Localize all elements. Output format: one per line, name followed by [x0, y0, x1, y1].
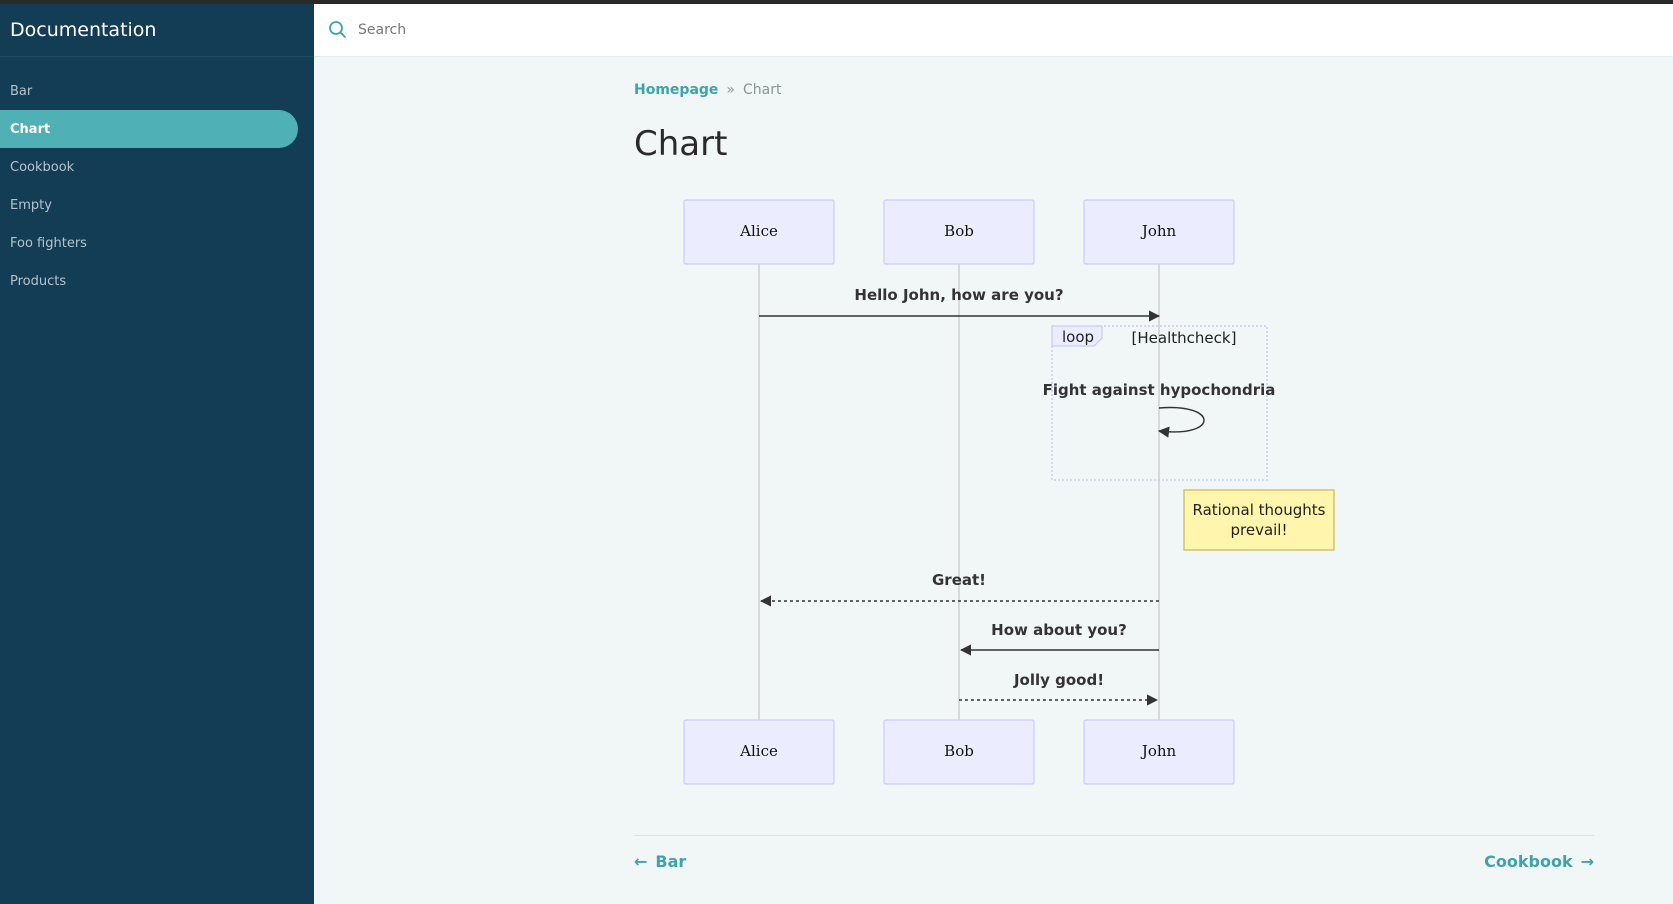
prev-page-label: Bar — [655, 852, 687, 871]
actor-label: Bob — [944, 742, 974, 760]
actor-john-top[interactable]: John — [1083, 199, 1235, 265]
sidebar-item-foo-fighters[interactable]: Foo fighters — [0, 224, 298, 262]
sidebar-title[interactable]: Documentation — [0, 4, 314, 57]
loop-label: loop — [1062, 328, 1094, 346]
sidebar-item-chart[interactable]: Chart — [0, 110, 298, 148]
message-label: Jolly good! — [1013, 671, 1104, 689]
next-page-link[interactable]: Cookbook → — [1484, 852, 1594, 871]
search-input[interactable] — [356, 21, 1560, 39]
prev-page-link[interactable]: ← Bar — [634, 852, 686, 871]
search-icon[interactable] — [328, 20, 348, 40]
breadcrumb-homepage-link[interactable]: Homepage — [634, 82, 718, 98]
actor-bob-top[interactable]: Bob — [883, 199, 1035, 265]
breadcrumb: Homepage » Chart — [634, 82, 781, 98]
actor-label: Alice — [739, 742, 778, 760]
content-divider — [634, 835, 1594, 836]
breadcrumb-separator: » — [726, 82, 735, 98]
sidebar-item-bar[interactable]: Bar — [0, 72, 298, 110]
actor-label: John — [1140, 222, 1177, 240]
next-page-label: Cookbook — [1484, 852, 1573, 871]
actor-label: Alice — [739, 222, 778, 240]
sidebar-item-products[interactable]: Products — [0, 262, 298, 300]
note-rational-thoughts: Rational thoughts prevail! — [1183, 489, 1335, 551]
note-line-2: prevail! — [1230, 521, 1287, 539]
actor-alice-top[interactable]: Alice — [683, 199, 835, 265]
actor-john-bottom[interactable]: John — [1083, 719, 1235, 785]
sidebar: Documentation Bar Chart Cookbook Empty F… — [0, 4, 314, 904]
message-label: Great! — [932, 571, 986, 589]
actor-label: John — [1140, 742, 1177, 760]
breadcrumb-current: Chart — [742, 82, 782, 98]
self-message-arrow — [1157, 406, 1205, 438]
message-label: Hello John, how are you? — [854, 286, 1063, 304]
sidebar-nav: Bar Chart Cookbook Empty Foo fighters Pr… — [0, 72, 314, 300]
arrow-left-icon: ← — [634, 852, 648, 871]
sequence-diagram: Alice Bob John Hello John, how are you? … — [683, 199, 1335, 785]
actor-alice-bottom[interactable]: Alice — [683, 719, 835, 785]
message-label: Fight against hypochondria — [1043, 381, 1276, 399]
message-label: How about you? — [991, 621, 1127, 639]
sidebar-item-empty[interactable]: Empty — [0, 186, 298, 224]
actor-bob-bottom[interactable]: Bob — [883, 719, 1035, 785]
sidebar-item-cookbook[interactable]: Cookbook — [0, 148, 298, 186]
page-title: Chart — [634, 124, 728, 164]
search-bar — [314, 4, 1673, 57]
loop-condition: [Healthcheck] — [1132, 329, 1237, 347]
actor-label: Bob — [944, 222, 974, 240]
arrow-right-icon: → — [1580, 852, 1594, 871]
note-line-1: Rational thoughts — [1193, 501, 1326, 519]
